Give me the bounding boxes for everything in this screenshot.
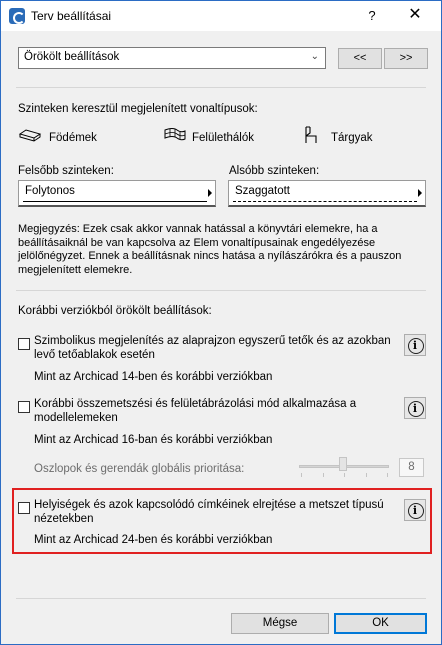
slider-tick — [301, 473, 302, 477]
symbolic-roof-sublabel: Mint az Archicad 14-ben és korábbi verzi… — [34, 371, 273, 383]
lower-linetype-dropdown[interactable]: Szaggatott — [228, 180, 426, 207]
info-button[interactable]: i — [404, 499, 426, 521]
slider-tick — [344, 473, 345, 477]
meshes-label: Felülethálók — [192, 132, 255, 144]
divider — [16, 290, 426, 291]
title-bar[interactable]: Terv beállításai ? ✕ — [1, 1, 441, 31]
solid-line-preview — [23, 201, 207, 202]
lower-linetype-value: Szaggatott — [235, 185, 290, 197]
symbolic-roof-checkbox[interactable] — [18, 338, 30, 350]
objects-label: Tárgyak — [331, 132, 373, 144]
hide-zones-checkbox[interactable] — [18, 502, 30, 514]
priority-label: Oszlopok és gerendák globális prioritása… — [34, 463, 245, 475]
dropdown-arrow-icon — [208, 189, 212, 197]
slider-tick — [323, 473, 324, 477]
slider-tick — [366, 473, 367, 477]
info-icon: i — [412, 339, 418, 352]
close-button[interactable]: ✕ — [397, 5, 433, 27]
hide-zones-label: Helyiségek és azok kapcsolódó címkéinek … — [34, 499, 384, 525]
info-icon: i — [412, 504, 418, 517]
info-button[interactable]: i — [404, 397, 426, 419]
mesh-icon — [164, 128, 186, 141]
upper-stories-label: Felsőbb szinteken: — [18, 165, 114, 177]
info-icon: i — [412, 402, 418, 415]
chair-icon — [305, 126, 317, 143]
legacy-heading: Korábbi verziókból örökölt beállítások: — [18, 305, 212, 317]
ok-button[interactable]: OK — [334, 613, 427, 634]
chevron-down-icon: ⌄ — [310, 51, 319, 62]
info-button[interactable]: i — [404, 334, 426, 356]
preset-select-value: Örökölt beállítások — [24, 51, 120, 63]
previous-preset-button[interactable]: << — [338, 48, 382, 69]
next-preset-button[interactable]: >> — [384, 48, 428, 69]
lower-stories-label: Alsóbb szinteken: — [229, 165, 320, 177]
window-title: Terv beállításai — [31, 9, 112, 23]
priority-value-field[interactable]: 8 — [399, 458, 424, 477]
legacy-intersection-label: Korábbi összemetszési és felületábrázolá… — [34, 398, 357, 424]
legacy-intersection-checkbox[interactable] — [18, 401, 30, 413]
archicad-icon — [9, 8, 25, 24]
linetypes-heading: Szinteken keresztül megjelenített vonalt… — [18, 103, 258, 115]
cancel-button[interactable]: Mégse — [231, 613, 329, 634]
upper-linetype-dropdown[interactable]: Folytonos — [18, 180, 216, 207]
symbolic-roof-label: Szimbolikus megjelenítés az alaprajzon e… — [34, 335, 391, 361]
dashed-line-preview — [233, 201, 417, 202]
dialog-window: Terv beállításai ? ✕ Örökölt beállítások… — [0, 0, 442, 645]
divider — [16, 598, 426, 599]
preset-select[interactable]: Örökölt beállítások ⌄ — [18, 47, 326, 69]
note-text: Megjegyzés: Ezek csak akkor vannak hatás… — [18, 223, 402, 276]
slider-tick — [387, 473, 388, 477]
hide-zones-sublabel: Mint az Archicad 24-ben és korábbi verzi… — [34, 534, 273, 546]
help-button[interactable]: ? — [357, 5, 387, 27]
priority-slider-thumb[interactable] — [339, 457, 347, 471]
legacy-intersection-sublabel: Mint az Archicad 16-ban és korábbi verzi… — [34, 434, 273, 446]
divider — [16, 87, 426, 88]
slab-icon — [18, 129, 42, 142]
upper-linetype-value: Folytonos — [25, 185, 75, 197]
dropdown-arrow-icon — [418, 189, 422, 197]
slabs-label: Födémek — [49, 132, 97, 144]
